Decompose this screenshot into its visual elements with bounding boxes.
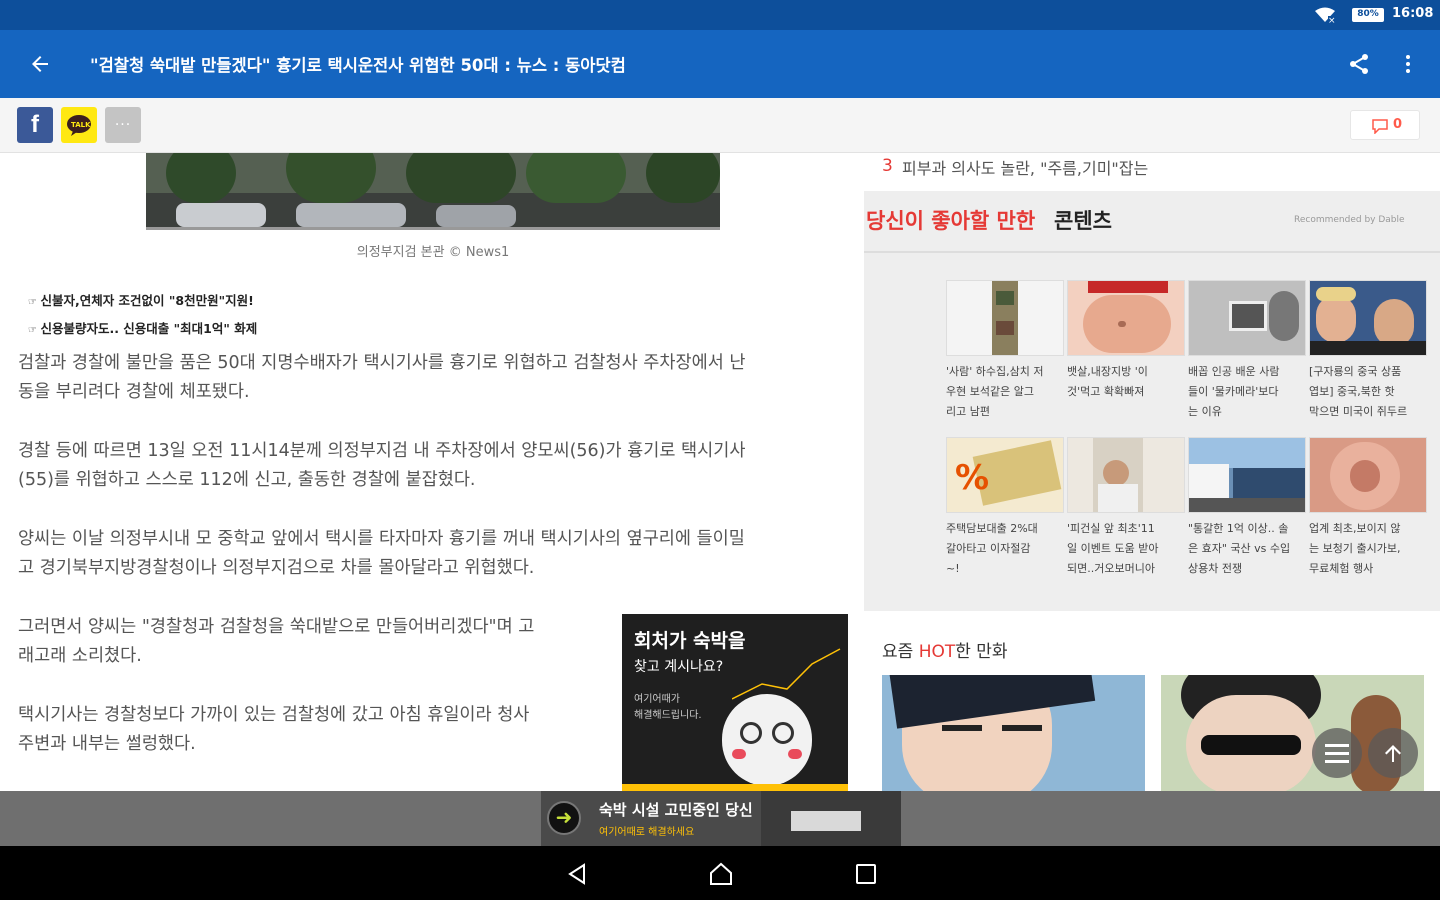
comment-button[interactable]: 0 bbox=[1350, 110, 1420, 140]
floating-menu-button[interactable] bbox=[1312, 728, 1362, 778]
recommend-caption: '사람' 하수집,삼치 저 우현 보석같은 알그 리고 남편 bbox=[946, 365, 1044, 418]
hot-comics-title: 요즘 HOT한 만화 bbox=[882, 642, 1008, 662]
growth-line-icon bbox=[732, 648, 841, 700]
app-toolbar: "검찰청 쑥대밭 만들겠다" 흉기로 택시운전사 위협한 50대 : 뉴스 : … bbox=[0, 30, 1440, 98]
system-nav-bar bbox=[0, 846, 1440, 900]
photo-caption: 의정부지검 본관 © News1 bbox=[356, 245, 510, 260]
recommend-caption: '피건실 앞 최초'11 일 이벤트 도움 받아 되면..거오보머니아 bbox=[1067, 522, 1159, 575]
status-bar: × 80% 16:08 bbox=[0, 0, 1440, 30]
ad-headline: 회처가 숙박을 bbox=[634, 630, 746, 652]
rank-title: 피부과 의사도 놀란, "주름,기미"잡는 bbox=[902, 159, 1149, 178]
more-dots-icon: ··· bbox=[114, 117, 132, 133]
kakaotalk-share-button[interactable]: TALK bbox=[61, 107, 97, 143]
inline-ad-box[interactable]: 회처가 숙박을 찾고 계시나요? 여기어때가 해결해드립니다. bbox=[622, 614, 848, 791]
ad-subtext: 여기어때가 bbox=[634, 694, 680, 705]
share-bar: f TALK ··· 0 bbox=[0, 98, 1440, 153]
article-paragraph: 택시기사는 경찰청보다 가까이 있는 검찰청에 갔고 아침 휴일이라 청사 주변과… bbox=[18, 705, 530, 754]
recommend-header: 당신이 좋아할 만한 콘텐츠 Recommended by Dable bbox=[864, 191, 1440, 253]
recommend-thumbnail bbox=[1309, 280, 1427, 356]
mascot-icon bbox=[722, 694, 812, 786]
article-pane: 의정부지검 본관 © News1 ☞ 신불자,연체자 조건없이 "8천만원"지원… bbox=[0, 153, 864, 791]
battery-icon: 80% bbox=[1352, 8, 1384, 22]
overflow-menu-icon[interactable] bbox=[1396, 52, 1420, 76]
bottom-ad-banner[interactable]: ➜ 숙박 시설 고민중인 당신 여기어때로 해결하세요 bbox=[541, 791, 901, 846]
recommend-thumbnail bbox=[1067, 280, 1185, 356]
recommend-thumbnail bbox=[1188, 280, 1306, 356]
facebook-icon: f bbox=[31, 111, 39, 138]
recommend-thumbnail bbox=[1188, 437, 1306, 513]
more-share-button[interactable]: ··· bbox=[105, 107, 141, 143]
ad-headline: 찾고 계시나요? bbox=[634, 659, 724, 675]
article-paragraph: 경찰 등에 따르면 13일 오전 11시14분께 의정부지검 내 주차장에서 양… bbox=[18, 441, 746, 490]
recommend-section: 당신이 좋아할 만한 콘텐츠 Recommended by Dable '사람'… bbox=[864, 191, 1440, 611]
recommend-caption: 배꼽 인공 배운 사람 들이 '물카메라'보다 는 이유 bbox=[1188, 365, 1280, 418]
recommend-thumbnail bbox=[1309, 437, 1427, 513]
sidebar-pane: 3 피부과 의사도 놀란, "주름,기미"잡는 당신이 좋아할 만한 콘텐츠 R… bbox=[864, 153, 1440, 791]
arrow-bullet-icon: ☞ bbox=[28, 325, 41, 336]
recommend-thumbnail: % bbox=[946, 437, 1064, 513]
recommend-thumbnail bbox=[946, 280, 1064, 356]
facebook-share-button[interactable]: f bbox=[17, 107, 53, 143]
recents-icon[interactable] bbox=[855, 863, 877, 885]
page-title: "검찰청 쑥대밭 만들겠다" 흉기로 택시운전사 위협한 50대 : 뉴스 : … bbox=[90, 56, 626, 75]
ad-subtext: 해결해드립니다. bbox=[634, 710, 702, 721]
recommend-caption: 뱃살,내장지방 '이 것'먹고 확확빠져 bbox=[1067, 365, 1148, 398]
article-paragraph: 검찰과 경찰에 불만을 품은 50대 지명수배자가 택시기사를 흉기로 위협하고… bbox=[18, 353, 746, 402]
back-triangle-icon[interactable] bbox=[565, 862, 589, 886]
ad-subline: 여기어때로 해결하세요 bbox=[599, 827, 695, 838]
recommend-caption: 업계 최초,보이지 않는 보청기 출시가보, 무료체험 행사 bbox=[1309, 522, 1401, 575]
arrow-bullet-icon: ☞ bbox=[28, 297, 41, 308]
recommend-caption: 주택담보대출 2%대 갈아타고 이자절감 ~! bbox=[946, 522, 1038, 575]
clock: 16:08 bbox=[1392, 6, 1434, 21]
svg-text:×: × bbox=[1328, 16, 1336, 23]
related-link[interactable]: ☞ 신불자,연체자 조건없이 "8천만원"지원! bbox=[28, 290, 254, 309]
ad-line: 숙박 시설 고민중인 당신 bbox=[599, 801, 753, 819]
svg-text:TALK: TALK bbox=[71, 121, 91, 129]
recommend-caption: "통갈한 1억 이상.. 솔은 효자" 국산 vs 수입 상용차 전쟁 bbox=[1188, 522, 1291, 575]
comic-thumbnail[interactable] bbox=[882, 675, 1145, 791]
kakaotalk-icon: TALK bbox=[67, 115, 91, 136]
share-icon[interactable] bbox=[1347, 52, 1371, 76]
article-photo bbox=[146, 153, 720, 230]
scroll-top-button[interactable] bbox=[1368, 728, 1418, 778]
bottom-ad-bar: ➜ 숙박 시설 고민중인 당신 여기어때로 해결하세요 bbox=[0, 791, 1440, 846]
arrow-up-icon bbox=[1385, 745, 1401, 762]
related-link[interactable]: ☞ 신용불량자도.. 신용대출 "최대1억" 화제 bbox=[28, 318, 257, 337]
article-paragraph: 그러면서 양씨는 "경찰청과 검찰청을 쑥대밭으로 만들어버리겠다"며 고 래고래… bbox=[18, 617, 535, 666]
wifi-icon: × bbox=[1315, 7, 1336, 23]
recommend-title: 당신이 좋아할 만한 bbox=[866, 209, 1036, 233]
recommend-title-suffix: 콘텐츠 bbox=[1054, 209, 1112, 233]
recommend-caption: [구자룡의 중국 상품 엽보] 중국,북한 핫 막으면 미국이 쥐두르 bbox=[1309, 365, 1408, 418]
comment-bubble-icon bbox=[1372, 119, 1388, 134]
rank-number: 3 bbox=[882, 156, 893, 176]
menu-icon bbox=[1325, 744, 1349, 763]
recommend-provider: Recommended by Dable bbox=[1294, 215, 1405, 225]
ranking-item[interactable]: 3 피부과 의사도 놀란, "주름,기미"잡는 bbox=[882, 153, 1422, 189]
back-arrow-icon[interactable] bbox=[28, 52, 52, 76]
home-icon[interactable] bbox=[708, 861, 734, 887]
article-paragraph: 양씨는 이날 의정부시내 모 중학교 앞에서 택시를 타자마자 흉기를 꺼내 택… bbox=[18, 529, 745, 578]
go-arrow-icon: ➜ bbox=[547, 801, 581, 835]
comment-count: 0 bbox=[1393, 117, 1403, 132]
recommend-thumbnail bbox=[1067, 437, 1185, 513]
